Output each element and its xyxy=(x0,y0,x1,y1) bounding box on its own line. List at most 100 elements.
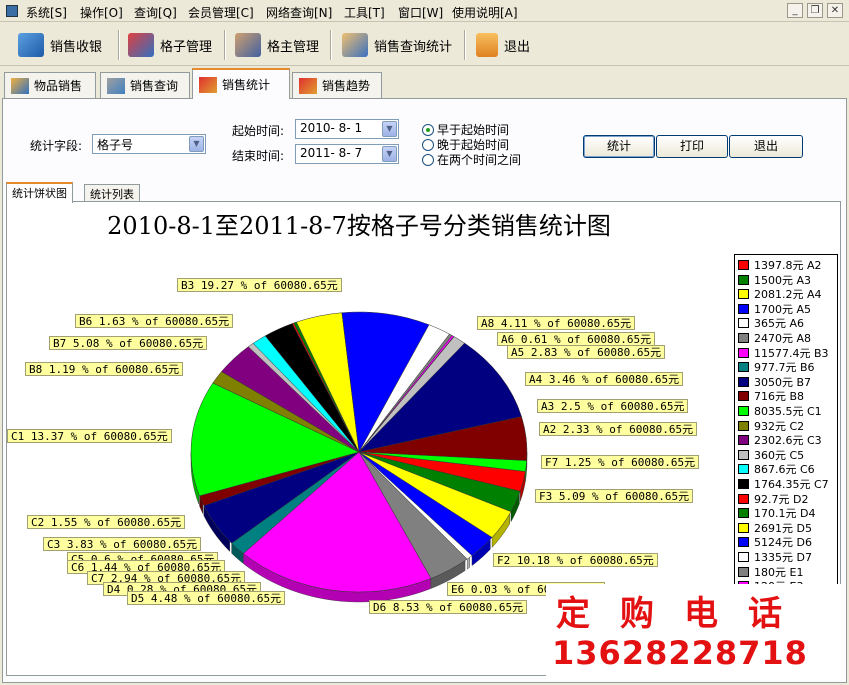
print-button[interactable]: 打印 xyxy=(656,135,728,158)
tab-sales-query[interactable]: 销售查询 xyxy=(100,72,190,98)
stat-button[interactable]: 统计 xyxy=(583,135,655,158)
tab-sales-trend[interactable]: 销售趋势 xyxy=(292,72,382,98)
exit-form-button[interactable]: 退出 xyxy=(729,135,803,158)
legend-swatch xyxy=(738,333,749,343)
legend-item: 1700元 A5 xyxy=(738,302,812,316)
chevron-down-icon[interactable]: ▼ xyxy=(382,121,397,137)
start-time-label: 起始时间: xyxy=(232,124,285,138)
legend-item: 2302.6元 C3 xyxy=(738,434,822,448)
menu-query[interactable]: 查询[Q] xyxy=(134,4,177,21)
trend-icon xyxy=(299,77,317,94)
end-date-picker[interactable]: 2011- 8- 7 ▼ xyxy=(295,144,399,164)
exit-button[interactable]: 退出 xyxy=(476,28,530,62)
legend-text: 5124元 D6 xyxy=(754,536,812,550)
legend-item: 1335元 D7 xyxy=(738,551,812,564)
legend-item: 5124元 D6 xyxy=(738,536,812,550)
tab-sales-stats[interactable]: 销售统计 xyxy=(192,68,290,99)
close-icon[interactable]: ✕ xyxy=(827,3,843,18)
legend-text: 2470元 A8 xyxy=(754,332,812,345)
menu-system[interactable]: 系统[S] xyxy=(26,4,67,21)
legend-item: 2691元 D5 xyxy=(738,522,812,535)
slice-data-label: F7 1.25 % of 60080.65元 xyxy=(541,455,700,469)
legend-item: 867.6元 C6 xyxy=(738,463,815,477)
ad-phone: 13628228718 xyxy=(552,634,808,672)
legend-text: 867.6元 C6 xyxy=(754,463,815,477)
menu-tools[interactable]: 工具[T] xyxy=(344,4,385,21)
legend-item: 11577.4元 B3 xyxy=(738,346,829,360)
legend-text: 2302.6元 C3 xyxy=(754,434,822,448)
chevron-down-icon[interactable]: ▼ xyxy=(382,146,397,162)
tab-item-sales[interactable]: 物品销售 xyxy=(4,72,96,98)
chevron-down-icon[interactable]: ▼ xyxy=(189,136,204,152)
phone-ad-banner: 定购电话 13628228718 xyxy=(546,584,841,680)
legend-swatch xyxy=(738,362,749,373)
legend-swatch xyxy=(738,552,749,562)
cart-icon xyxy=(11,77,29,94)
legend-item: 1764.35元 C7 xyxy=(738,478,829,491)
radio-unchecked-icon xyxy=(422,138,434,151)
legend-text: 1764.35元 C7 xyxy=(754,478,829,491)
legend-text: 977.7元 B6 xyxy=(754,361,815,375)
legend-swatch xyxy=(738,435,749,446)
legend-text: 11577.4元 B3 xyxy=(754,346,829,360)
sales-register-button[interactable]: 销售收银 xyxy=(18,28,102,62)
slice-data-label: A5 2.83 % of 60080.65元 xyxy=(507,345,666,359)
slice-data-label: B3 19.27 % of 60080.65元 xyxy=(177,278,342,292)
menu-operate[interactable]: 操作[O] xyxy=(80,4,123,21)
legend-swatch xyxy=(738,289,749,300)
legend-swatch xyxy=(738,537,749,548)
menu-network[interactable]: 网络查询[N] xyxy=(266,4,332,21)
legend-swatch xyxy=(738,479,749,489)
legend-item: 1397.8元 A2 xyxy=(738,259,822,272)
slice-data-label: C2 1.55 % of 60080.65元 xyxy=(27,515,186,529)
slice-data-label: B8 1.19 % of 60080.65元 xyxy=(25,362,184,376)
slice-data-label: A6 0.61 % of 60080.65元 xyxy=(497,332,656,346)
legend-item: 365元 A6 xyxy=(738,317,805,331)
legend-text: 365元 A6 xyxy=(754,317,805,331)
legend-text: 1700元 A5 xyxy=(754,302,812,316)
legend-item: 977.7元 B6 xyxy=(738,361,815,375)
tab-pie-chart[interactable]: 统计饼状图 xyxy=(6,182,73,203)
cell-manage-button[interactable]: 格子管理 xyxy=(128,28,212,62)
restore-icon[interactable]: ❐ xyxy=(807,3,823,18)
report-icon xyxy=(342,33,368,57)
menu-window[interactable]: 窗口[W] xyxy=(398,4,443,21)
legend-text: 8035.5元 C1 xyxy=(754,405,822,418)
legend-text: 1335元 D7 xyxy=(754,551,812,564)
radio-unchecked-icon xyxy=(422,153,434,166)
legend-text: 170.1元 D4 xyxy=(754,507,816,521)
minimize-icon[interactable]: _ xyxy=(787,3,803,18)
legend-item: 716元 B8 xyxy=(738,390,805,404)
app-icon xyxy=(6,5,18,17)
legend-text: 716元 B8 xyxy=(754,390,805,404)
legend-swatch xyxy=(738,449,749,460)
legend-swatch xyxy=(738,522,749,533)
field-select[interactable]: 格子号 ▼ xyxy=(92,134,206,154)
legend-item: 170.1元 D4 xyxy=(738,507,816,521)
legend-item: 932元 C2 xyxy=(738,420,804,433)
slice-data-label: D5 4.48 % of 60080.65元 xyxy=(127,591,286,605)
legend-item: 1500元 A3 xyxy=(738,274,811,287)
sales-stats-button[interactable]: 销售查询统计 xyxy=(342,28,452,62)
menu-bar: 系统[S] 操作[O] 查询[Q] 会员管理[C] 网络查询[N] 工具[T] … xyxy=(0,0,849,22)
radio-between[interactable]: 在两个时间之间 xyxy=(422,151,521,168)
legend-swatch xyxy=(738,260,749,270)
legend-swatch xyxy=(738,566,749,577)
slice-data-label: D6 8.53 % of 60080.65元 xyxy=(369,600,528,614)
legend-swatch xyxy=(738,508,749,519)
legend-swatch xyxy=(738,347,749,358)
legend-swatch xyxy=(738,391,749,402)
slice-data-label: A3 2.5 % of 60080.65元 xyxy=(537,399,689,413)
legend-swatch xyxy=(738,464,749,475)
main-tabs: 物品销售 销售查询 销售统计 销售趋势 xyxy=(0,68,849,99)
cash-register-icon xyxy=(18,33,44,57)
legend-item: 8035.5元 C1 xyxy=(738,405,822,418)
menu-help[interactable]: 使用说明[A] xyxy=(452,4,518,21)
users-icon xyxy=(235,33,261,57)
owner-manage-button[interactable]: 格主管理 xyxy=(235,28,319,62)
menu-member[interactable]: 会员管理[C] xyxy=(188,4,254,21)
slice-data-label: B7 5.08 % of 60080.65元 xyxy=(49,336,208,350)
legend-text: 180元 E1 xyxy=(754,565,804,579)
tab-stats-list[interactable]: 统计列表 xyxy=(84,184,140,202)
start-date-picker[interactable]: 2010- 8- 1 ▼ xyxy=(295,119,399,139)
